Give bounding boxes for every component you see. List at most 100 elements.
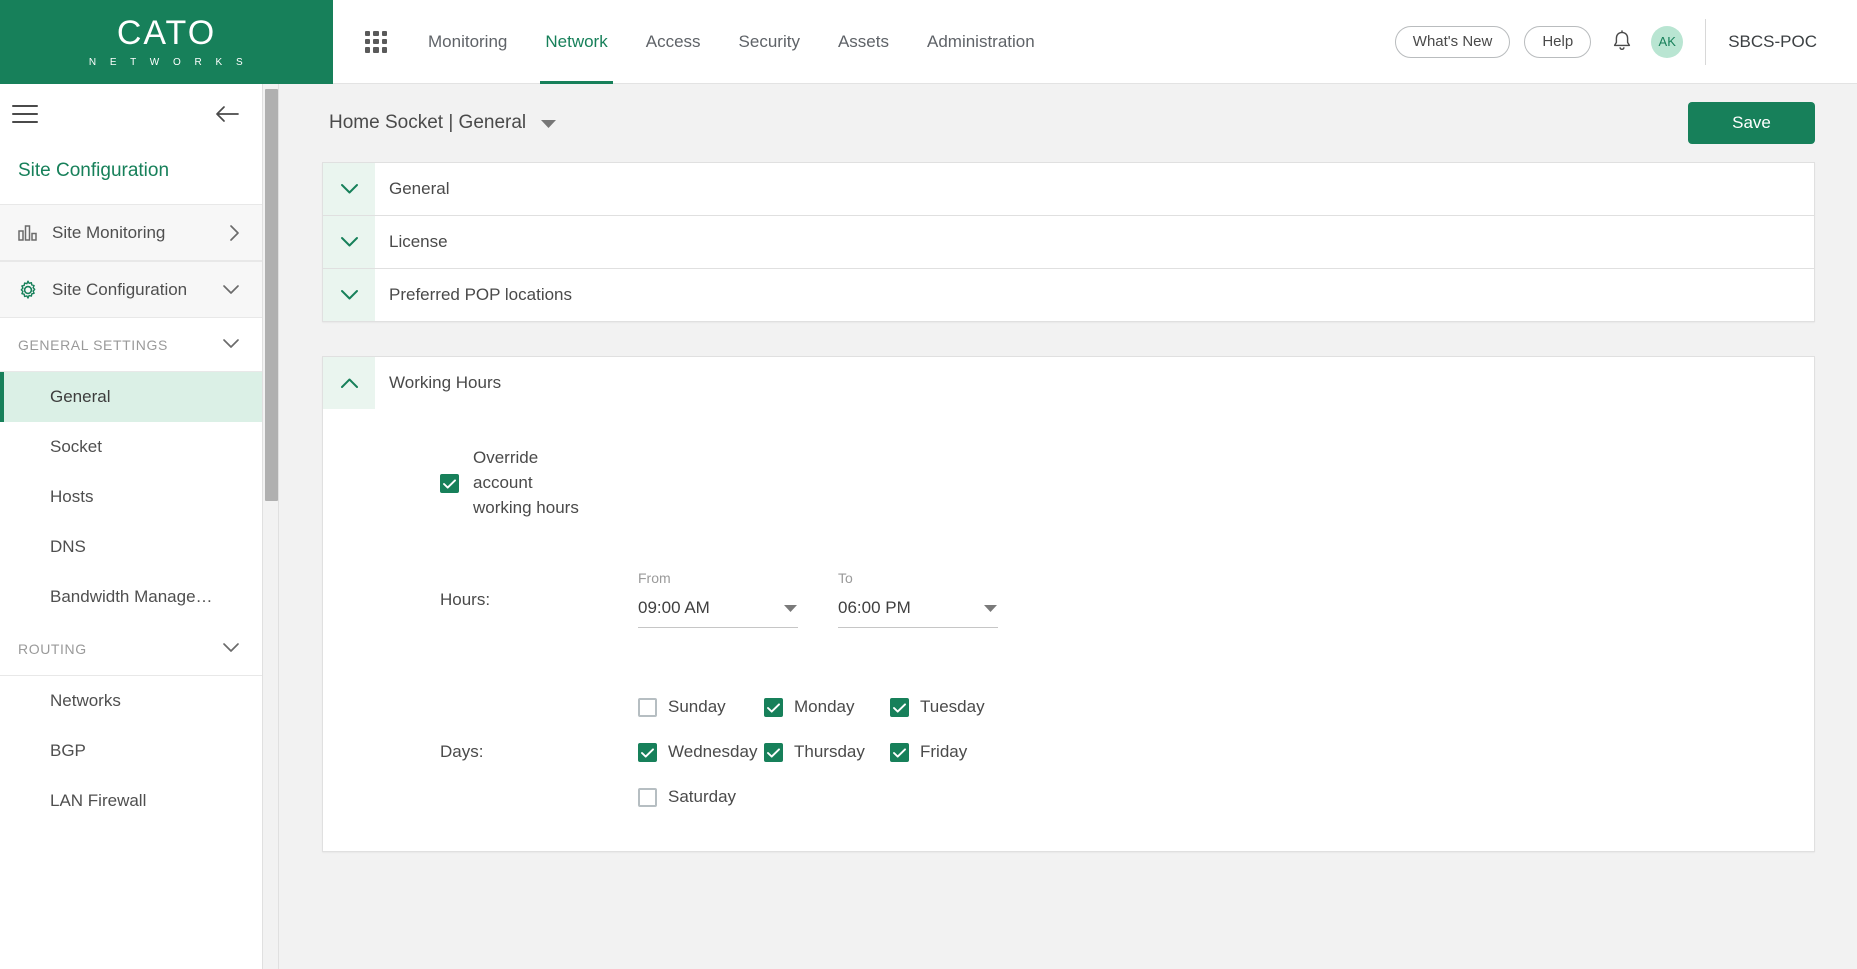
brand-logo[interactable]: CATO N E T W O R K S xyxy=(0,0,333,84)
avatar[interactable]: AK xyxy=(1651,25,1684,58)
sidebar-item-dns[interactable]: DNS xyxy=(0,522,262,572)
chevron-down-icon[interactable] xyxy=(323,216,375,268)
sidebar-scrollbar[interactable] xyxy=(263,84,279,969)
days-grid: Sunday Monday Tuesday Wednesday Thursday… xyxy=(638,696,985,807)
day-monday: Monday xyxy=(764,696,890,717)
section-title: Working Hours xyxy=(389,373,502,392)
account-name[interactable]: SBCS-POC xyxy=(1728,32,1857,52)
accordion-header: Preferred POP locations xyxy=(375,269,1814,321)
grid-dot xyxy=(373,30,379,36)
sidebar-group-label: GENERAL SETTINGS xyxy=(18,336,168,353)
nav-tab-network[interactable]: Network xyxy=(526,0,626,84)
nav-tab-security[interactable]: Security xyxy=(720,0,819,84)
day-saturday-checkbox[interactable] xyxy=(638,788,657,807)
override-label: Override account working hours xyxy=(473,448,579,517)
app-grid-icon[interactable] xyxy=(365,30,387,53)
nav-tab-monitoring[interactable]: Monitoring xyxy=(409,0,526,84)
main-content: Home Socket | General Save General Licen… xyxy=(280,84,1857,969)
hours-label: Hours: xyxy=(440,590,491,609)
day-label: Wednesday xyxy=(668,741,758,761)
sidebar-title: Site Configuration xyxy=(18,160,170,181)
nav-tab-administration[interactable]: Administration xyxy=(908,0,1054,84)
section-title: Preferred POP locations xyxy=(389,285,572,304)
app-root: CATO N E T W O R K S Monitoring Network … xyxy=(0,0,1857,969)
brand-name: CATO xyxy=(116,13,217,52)
day-friday-checkbox[interactable] xyxy=(890,743,909,762)
sidebar-item-networks[interactable]: Networks xyxy=(0,676,262,726)
day-monday-checkbox[interactable] xyxy=(764,698,783,717)
day-thursday-checkbox[interactable] xyxy=(764,743,783,762)
grid-dot xyxy=(373,47,379,53)
sidebar-item-bgp[interactable]: BGP xyxy=(0,726,262,776)
day-friday: Friday xyxy=(890,741,967,762)
help-button[interactable]: Help xyxy=(1524,25,1592,58)
bar-chart-icon xyxy=(18,224,44,242)
chevron-down-icon[interactable] xyxy=(323,269,375,321)
chevron-up-icon[interactable] xyxy=(323,357,375,409)
accordion-section-preferred-pop-locations[interactable]: Preferred POP locations xyxy=(322,269,1815,322)
hamburger-icon[interactable] xyxy=(12,105,38,123)
chevron-down-icon xyxy=(222,284,240,295)
breadcrumb-label: Home Socket | General xyxy=(329,112,527,133)
sidebar-item-site-configuration[interactable]: Site Configuration xyxy=(0,261,262,318)
chevron-down-icon xyxy=(222,336,240,354)
from-value: 09:00 AM xyxy=(638,598,710,617)
accordion-section-license[interactable]: License xyxy=(322,216,1815,269)
sidebar-item-lan-firewall[interactable]: LAN Firewall xyxy=(0,776,262,826)
accordion-section-general[interactable]: General xyxy=(322,162,1815,216)
day-sunday-checkbox[interactable] xyxy=(638,698,657,717)
chevron-down-icon[interactable] xyxy=(323,163,375,215)
caret-down-icon[interactable] xyxy=(540,118,557,129)
content-header: Home Socket | General Save xyxy=(280,84,1857,162)
top-bar-right: What's New Help AK SBCS-POC xyxy=(1394,0,1857,84)
sidebar-item-site-monitoring[interactable]: Site Monitoring xyxy=(0,204,262,261)
section-title: General xyxy=(389,179,450,198)
override-field: Override account working hours xyxy=(375,445,1814,520)
accordion-header: License xyxy=(375,216,1814,268)
from-select-field[interactable]: 09:00 AM xyxy=(638,598,798,628)
main-nav: Monitoring Network Access Security Asset… xyxy=(409,0,1054,84)
brand-subtitle: N E T W O R K S xyxy=(88,56,249,68)
gear-icon xyxy=(18,280,44,300)
whats-new-button[interactable]: What's New xyxy=(1394,25,1511,58)
nav-tab-access[interactable]: Access xyxy=(627,0,720,84)
to-time-select[interactable]: To 06:00 PM xyxy=(838,570,998,628)
caret-down-icon[interactable] xyxy=(983,604,998,613)
from-caption: From xyxy=(638,570,671,586)
sidebar-item-socket[interactable]: Socket xyxy=(0,422,262,472)
day-sunday: Sunday xyxy=(638,696,764,717)
day-label: Thursday xyxy=(794,741,865,761)
hamburger-line xyxy=(12,105,38,107)
from-time-select[interactable]: From 09:00 AM xyxy=(638,570,798,628)
override-account-working-hours-checkbox[interactable] xyxy=(440,474,459,493)
caret-down-icon[interactable] xyxy=(783,604,798,613)
sidebar-group-general-settings[interactable]: GENERAL SETTINGS xyxy=(0,318,262,372)
accordion-header[interactable]: Working Hours xyxy=(323,357,1814,409)
day-wednesday-checkbox[interactable] xyxy=(638,743,657,762)
arrow-left-icon[interactable] xyxy=(214,104,240,124)
grid-dot xyxy=(365,47,371,53)
grid-dot xyxy=(381,38,387,45)
divider xyxy=(1705,18,1707,65)
hours-field: Hours: From 09:00 AM To 06:00 PM xyxy=(375,570,1814,628)
sidebar-scrollbar-thumb[interactable] xyxy=(265,89,278,501)
sidebar-group-routing[interactable]: ROUTING xyxy=(0,622,262,676)
chevron-down-icon xyxy=(222,640,240,658)
accordion-title-wrap: Working Hours xyxy=(375,357,1814,409)
days-field: Days: Sunday Monday Tuesday Wednesday Th… xyxy=(375,696,1814,807)
to-select-field[interactable]: 06:00 PM xyxy=(838,598,998,628)
working-hours-form: Override account working hours Hours: Fr… xyxy=(323,409,1814,851)
breadcrumb[interactable]: Home Socket | General xyxy=(329,112,557,134)
sidebar-item-hosts[interactable]: Hosts xyxy=(0,472,262,522)
save-button[interactable]: Save xyxy=(1688,102,1815,144)
day-tuesday-checkbox[interactable] xyxy=(890,698,909,717)
sidebar-item-bandwidth-management[interactable]: Bandwidth Manage… xyxy=(0,572,262,622)
nav-tab-assets[interactable]: Assets xyxy=(819,0,908,84)
section-list: General License Preferred POP locations xyxy=(280,162,1857,322)
day-label: Friday xyxy=(920,741,968,761)
top-bar: CATO N E T W O R K S Monitoring Network … xyxy=(0,0,1857,84)
bell-icon[interactable] xyxy=(1605,25,1639,59)
sidebar-item-general[interactable]: General xyxy=(0,372,262,422)
hamburger-line xyxy=(12,121,38,123)
